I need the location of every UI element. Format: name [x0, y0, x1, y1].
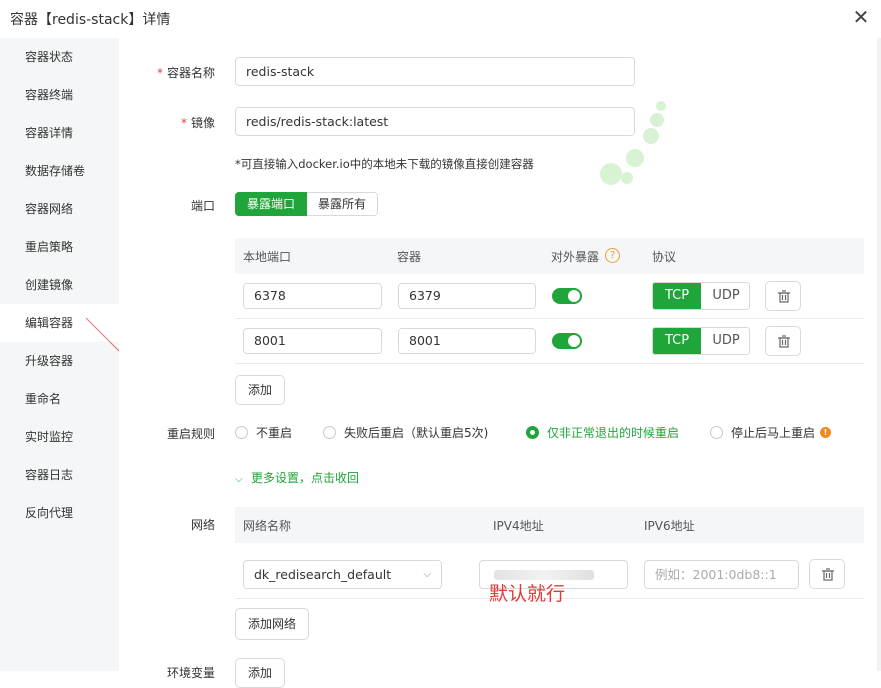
container-name-input[interactable]: redis-stack [235, 57, 635, 86]
sidebar-item-status[interactable]: 容器状态 [0, 38, 119, 76]
network-label: 网络 [190, 518, 215, 532]
dialog-title: 容器【redis-stack】详情 [10, 12, 171, 28]
add-env-button[interactable]: 添加 [235, 658, 285, 688]
mode-expose-all[interactable]: 暴露所有 [307, 192, 378, 216]
chevron-down-icon: ⌵ [423, 569, 431, 580]
restart-option-label: 停止后马上重启 [731, 426, 816, 440]
expose-toggle[interactable] [552, 333, 582, 349]
network-select[interactable]: dk_redisearch_default ⌵ [243, 560, 442, 589]
col-expose: 对外暴露 [551, 250, 600, 264]
sidebar-item-restart-policy[interactable]: 重启策略 [0, 228, 119, 266]
col-protocol: 协议 [652, 250, 677, 264]
sidebar-item-network[interactable]: 容器网络 [0, 190, 119, 228]
restart-radio-unless-normal[interactable] [526, 426, 539, 439]
trash-icon [778, 335, 790, 348]
name-label: * 容器名称 [156, 66, 215, 80]
delete-port-button[interactable] [765, 281, 801, 311]
sidebar-item-logs[interactable]: 容器日志 [0, 456, 119, 494]
col-network-name: 网络名称 [243, 519, 292, 533]
col-ipv6: IPV6地址 [644, 519, 695, 533]
protocol-tcp[interactable]: TCP [653, 283, 701, 309]
env-label: 环境变量 [166, 666, 215, 680]
row-divider [235, 318, 864, 319]
ipv6-input[interactable]: 例如：2001:0db8::1 [644, 560, 799, 589]
sidebar-item-reverse-proxy[interactable]: 反向代理 [0, 494, 119, 532]
trash-icon [778, 290, 790, 303]
network-table-header: 网络名称 IPV4地址 IPV6地址 [235, 507, 864, 543]
restart-option-label: 失败后重启（默认重启5次) [344, 426, 489, 440]
sidebar-item-details[interactable]: 容器详情 [0, 114, 119, 152]
col-container-port: 容器 [397, 250, 422, 264]
restart-option-label: 仅非正常退出的时候重启 [547, 426, 680, 440]
delete-network-button[interactable] [809, 559, 845, 589]
snowflake-decoration-icon [600, 101, 666, 185]
image-hint: *可直接输入docker.io中的本地未下载的镜像直接创建容器 [235, 157, 534, 171]
restart-option-label: 不重启 [256, 426, 293, 440]
sidebar-item-monitor[interactable]: 实时监控 [0, 418, 119, 456]
ports-table-header: 本地端口 容器 对外暴露 ? 协议 [235, 238, 864, 274]
protocol-udp[interactable]: UDP [702, 328, 749, 354]
restart-label: 重启规则 [166, 427, 215, 441]
row-divider [235, 363, 864, 364]
sidebar-item-terminal[interactable]: 容器终端 [0, 76, 119, 114]
image-label: * 镜像 [180, 116, 215, 130]
sidebar-item-upgrade[interactable]: 升级容器 [0, 342, 119, 380]
restart-radio-always[interactable] [710, 426, 723, 439]
sidebar-item-edit-container[interactable]: 编辑容器 [0, 304, 119, 342]
protocol-tcp[interactable]: TCP [653, 328, 701, 354]
more-settings-toggle[interactable]: ⌵ 更多设置，点击收回 [235, 469, 359, 486]
scrollbar[interactable] [877, 38, 881, 671]
add-port-button[interactable]: 添加 [235, 375, 285, 405]
image-input[interactable]: redis/redis-stack:latest [235, 107, 635, 136]
container-port-input[interactable]: 8001 [398, 328, 536, 354]
sidebar-item-create-image[interactable]: 创建镜像 [0, 266, 119, 304]
restart-radio-no[interactable] [235, 426, 248, 439]
close-icon[interactable]: ✕ [851, 6, 871, 28]
sidebar: 容器状态 容器终端 容器详情 数据存储卷 容器网络 重启策略 创建镜像 编辑容器… [0, 38, 119, 671]
dialog-header: 容器【redis-stack】详情 ✕ [0, 0, 881, 38]
expose-toggle[interactable] [552, 288, 582, 304]
warning-icon[interactable]: ! [820, 427, 831, 438]
protocol-selector: TCP UDP [652, 282, 750, 310]
add-network-button[interactable]: 添加网络 [235, 608, 309, 640]
col-local-port: 本地端口 [243, 250, 292, 264]
main-panel: * 容器名称 redis-stack * 镜像 redis/redis-stack:… [119, 38, 881, 688]
annotation-text: 默认就行 [489, 583, 566, 605]
protocol-selector: TCP UDP [652, 327, 750, 355]
chevron-down-icon: ⌵ [235, 474, 243, 485]
protocol-udp[interactable]: UDP [702, 283, 749, 309]
local-port-input[interactable]: 6378 [243, 283, 382, 309]
container-port-input[interactable]: 6379 [398, 283, 536, 309]
sidebar-item-rename[interactable]: 重命名 [0, 380, 119, 418]
help-icon[interactable]: ? [605, 248, 620, 263]
trash-icon [822, 568, 834, 581]
restart-radio-on-failure[interactable] [323, 426, 336, 439]
ports-label: 端口 [190, 199, 215, 213]
sidebar-item-volumes[interactable]: 数据存储卷 [0, 152, 119, 190]
delete-port-button[interactable] [765, 326, 801, 356]
local-port-input[interactable]: 8001 [243, 328, 382, 354]
col-ipv4: IPV4地址 [493, 519, 544, 533]
mode-expose-ports[interactable]: 暴露端口 [235, 192, 307, 216]
